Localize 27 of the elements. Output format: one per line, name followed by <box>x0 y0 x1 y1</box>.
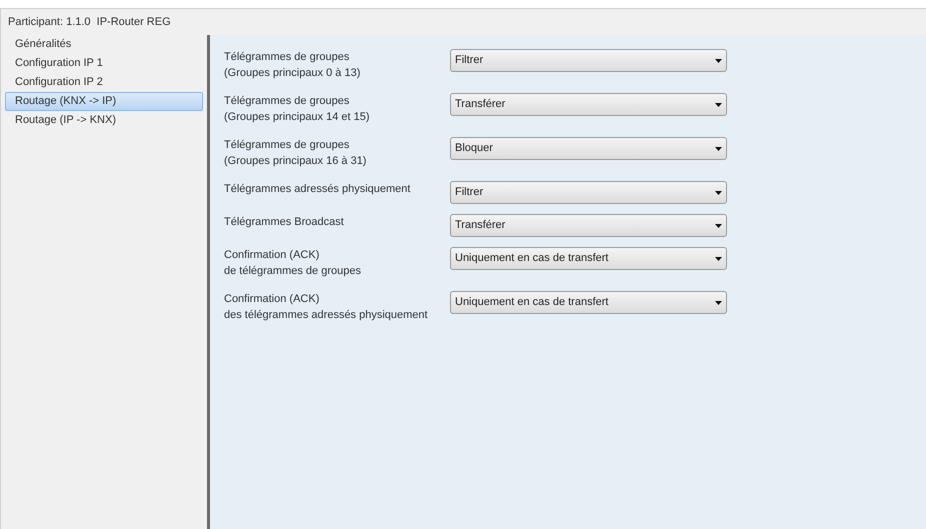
dropdown[interactable]: Bloquer <box>450 137 727 160</box>
dropdown[interactable]: Filtrer <box>450 49 727 72</box>
parameter-label: Confirmation (ACK) de télégrammes de groupes <box>224 248 362 279</box>
dropdown[interactable]: Filtrer <box>450 181 727 204</box>
dropdown[interactable]: Uniquement en cas de transfert <box>450 247 727 270</box>
parameter-label: Télégrammes de groupes (Groupes principaux 14 et 15) <box>224 94 371 125</box>
caret-icon <box>715 256 722 260</box>
dropdown[interactable]: Transférer <box>450 214 727 237</box>
caret-icon <box>715 102 722 106</box>
parameter-label: Télégrammes Broadcast <box>224 215 345 230</box>
caret-icon <box>715 300 722 304</box>
dropdown[interactable]: Transférer <box>450 93 727 116</box>
sidebar-item[interactable]: Configuration IP 2 <box>5 73 203 92</box>
parameter-label: Télégrammes de groupes (Groupes principaux 0 à 13) <box>224 50 362 81</box>
window-title: Participant: 1.1.0 IP-Router REG <box>8 14 171 30</box>
parameter-label: Confirmation (ACK) des télégrammes adressés physiquement <box>224 292 429 323</box>
sidebar-item[interactable]: Généralités <box>5 35 203 54</box>
dropdown[interactable]: Uniquement en cas de transfert <box>450 291 727 314</box>
parameter-label: Télégrammes de groupes (Groupes principaux 16 à 31) <box>224 138 368 169</box>
caret-icon <box>715 190 722 194</box>
caret-icon <box>715 224 722 228</box>
caret-icon <box>715 58 722 62</box>
sidebar-item[interactable]: Configuration IP 1 <box>5 54 203 73</box>
sidebar-item[interactable]: Routage (IP -> KNX) <box>5 111 203 130</box>
caret-icon <box>715 146 722 150</box>
sidebar-item[interactable]: Routage (KNX -> IP) <box>5 92 203 111</box>
parameter-label: Télégrammes adressés physiquement <box>224 182 412 197</box>
